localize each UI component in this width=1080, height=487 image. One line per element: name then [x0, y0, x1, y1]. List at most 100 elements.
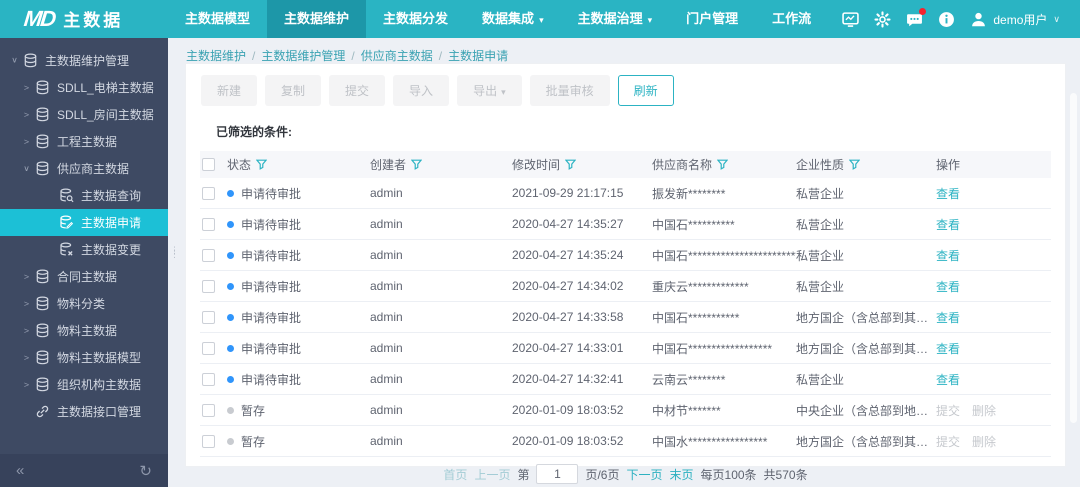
sidebar-item-md-change[interactable]: 主数据变更 [0, 236, 168, 263]
supplier-name-cell: 中材节******* [652, 403, 721, 418]
refresh-tree-icon[interactable]: ↻ [139, 462, 152, 480]
chevron-right-icon[interactable]: > [20, 110, 33, 119]
first-page-link[interactable]: 首页 [443, 466, 467, 483]
sidebar-item-md-query[interactable]: 主数据查询 [0, 182, 168, 209]
view-action-link[interactable]: 查看 [936, 185, 960, 202]
next-page-link[interactable]: 下一页 [626, 466, 662, 483]
view-action-link[interactable]: 查看 [936, 309, 960, 326]
sidebar-item-md-apply[interactable]: 主数据申请 [0, 209, 168, 236]
logo-title: 主数据 [63, 11, 124, 30]
table-row: 申请待审批 admin 2020-04-27 14:35:24 中国石********… [200, 240, 1051, 271]
row-checkbox[interactable] [202, 310, 215, 324]
filter-icon[interactable] [717, 159, 729, 170]
sidebar-item-organization[interactable]: > 组织机构主数据 [0, 371, 168, 398]
row-checkbox[interactable] [202, 217, 215, 231]
select-all-checkbox[interactable] [202, 158, 215, 171]
sidebar-item-label: 工程主数据 [57, 135, 118, 149]
row-checkbox[interactable] [202, 186, 215, 200]
filter-icon[interactable] [849, 159, 861, 170]
nav-item-distribution[interactable]: 主数据分发 [366, 0, 465, 38]
chevron-right-icon[interactable]: > [20, 299, 33, 308]
chevron-right-icon[interactable]: > [20, 83, 33, 92]
row-checkbox[interactable] [202, 372, 215, 386]
sidebar-item-material-category[interactable]: > 物料分类 [0, 290, 168, 317]
chevron-down-icon: ▾ [539, 15, 544, 25]
row-checkbox[interactable] [202, 403, 215, 417]
batch-audit-button[interactable]: 批量审核 [529, 75, 610, 106]
sidebar-item-engineering[interactable]: > 工程主数据 [0, 128, 168, 155]
submit-action-link[interactable]: 提交 [936, 402, 960, 419]
row-checkbox[interactable] [202, 341, 215, 355]
submit-button[interactable]: 提交 [329, 75, 386, 106]
delete-action-link[interactable]: 删除 [972, 433, 996, 450]
copy-button[interactable]: 复制 [265, 75, 322, 106]
nav-item-integration[interactable]: 数据集成 ▾ [465, 0, 561, 38]
view-action-link[interactable]: 查看 [936, 340, 960, 357]
page-number-input[interactable] [536, 464, 579, 484]
actions-cell: 查看 [936, 309, 1051, 326]
table-row: 暂存 admin 2020-01-09 18:03:52 中国水***********… [200, 426, 1051, 457]
row-select-cell [200, 248, 227, 262]
row-checkbox[interactable] [202, 434, 215, 448]
enterprise-type-text: 地方国企（含总部到其它地方... [796, 341, 930, 356]
creator-cell: admin [370, 403, 403, 417]
delete-action-link[interactable]: 删除 [972, 402, 996, 419]
sidebar-item-label: 主数据接口管理 [57, 405, 142, 419]
submit-action-link[interactable]: 提交 [936, 433, 960, 450]
new-button[interactable]: 新建 [201, 75, 258, 106]
nav-item-workflow[interactable]: 工作流 [755, 0, 828, 38]
view-action-link[interactable]: 查看 [936, 247, 960, 264]
collapse-sidebar-icon[interactable]: « [16, 462, 24, 479]
sidebar-item-supplier[interactable]: ∨ 供应商主数据 [0, 155, 168, 182]
row-checkbox[interactable] [202, 279, 215, 293]
nav-item-model[interactable]: 主数据模型 [168, 0, 267, 38]
breadcrumb-item[interactable]: 供应商主数据 [361, 49, 433, 63]
status-cell: 申请待审批 [227, 185, 370, 202]
breadcrumb-item[interactable]: 主数据维护管理 [261, 49, 345, 63]
breadcrumb-item[interactable]: 主数据维护 [186, 49, 246, 63]
info-icon[interactable] [938, 11, 955, 28]
sidebar-item-interface-mgmt[interactable]: 主数据接口管理 [0, 398, 168, 425]
enterprise-type-text: 私营企业 [796, 217, 845, 232]
message-icon[interactable] [906, 7, 927, 28]
view-action-link[interactable]: 查看 [936, 278, 960, 295]
refresh-button[interactable]: 刷新 [617, 75, 674, 106]
row-select-cell [200, 403, 227, 417]
chevron-down-icon[interactable]: ∨ [8, 56, 21, 66]
chevron-right-icon[interactable]: > [20, 380, 33, 389]
filter-icon[interactable] [565, 159, 577, 170]
row-checkbox[interactable] [202, 248, 215, 262]
sidebar-item-material-model[interactable]: > 物料主数据模型 [0, 344, 168, 371]
filter-icon[interactable] [256, 159, 268, 170]
sidebar-item-material[interactable]: > 物料主数据 [0, 317, 168, 344]
nav-item-maintenance[interactable]: 主数据维护 [267, 0, 367, 38]
monitor-icon[interactable] [842, 11, 860, 28]
chevron-right-icon[interactable]: > [20, 272, 33, 281]
creator-cell: admin [370, 248, 403, 262]
prev-page-link[interactable]: 上一页 [474, 466, 510, 483]
scrollbar[interactable] [1070, 93, 1077, 423]
sidebar-item-sdll-room[interactable]: > SDLL_房间主数据 [0, 101, 168, 128]
filter-icon[interactable] [411, 159, 423, 170]
export-button[interactable]: 导出 ▾ [457, 75, 522, 106]
view-action-link[interactable]: 查看 [936, 371, 960, 388]
sidebar-item-maintenance-mgmt[interactable]: ∨ 主数据维护管理 [0, 47, 168, 74]
row-select-cell [200, 186, 227, 200]
gear-icon[interactable] [874, 10, 891, 28]
chevron-right-icon[interactable]: > [20, 137, 33, 146]
sidebar-item-sdll-elevator[interactable]: > SDLL_电梯主数据 [0, 74, 168, 101]
nav-item-governance[interactable]: 主数据治理 ▾ [561, 0, 670, 38]
user-menu[interactable]: demo用户 ∨ [970, 11, 1060, 28]
status-dot [227, 437, 234, 445]
import-button[interactable]: 导入 [393, 75, 450, 106]
enterprise-type-cell: 中央企业（含总部到地方分子... [796, 402, 936, 419]
column-status: 状态 [227, 156, 370, 173]
sidebar-item-label: 合同主数据 [57, 270, 118, 284]
last-page-link[interactable]: 末页 [670, 466, 694, 483]
chevron-right-icon[interactable]: > [20, 353, 33, 362]
chevron-right-icon[interactable]: > [20, 326, 33, 335]
view-action-link[interactable]: 查看 [936, 216, 960, 233]
chevron-down-icon[interactable]: ∨ [20, 164, 33, 174]
sidebar-item-contract[interactable]: > 合同主数据 [0, 263, 168, 290]
nav-item-portal[interactable]: 门户管理 [669, 0, 755, 38]
